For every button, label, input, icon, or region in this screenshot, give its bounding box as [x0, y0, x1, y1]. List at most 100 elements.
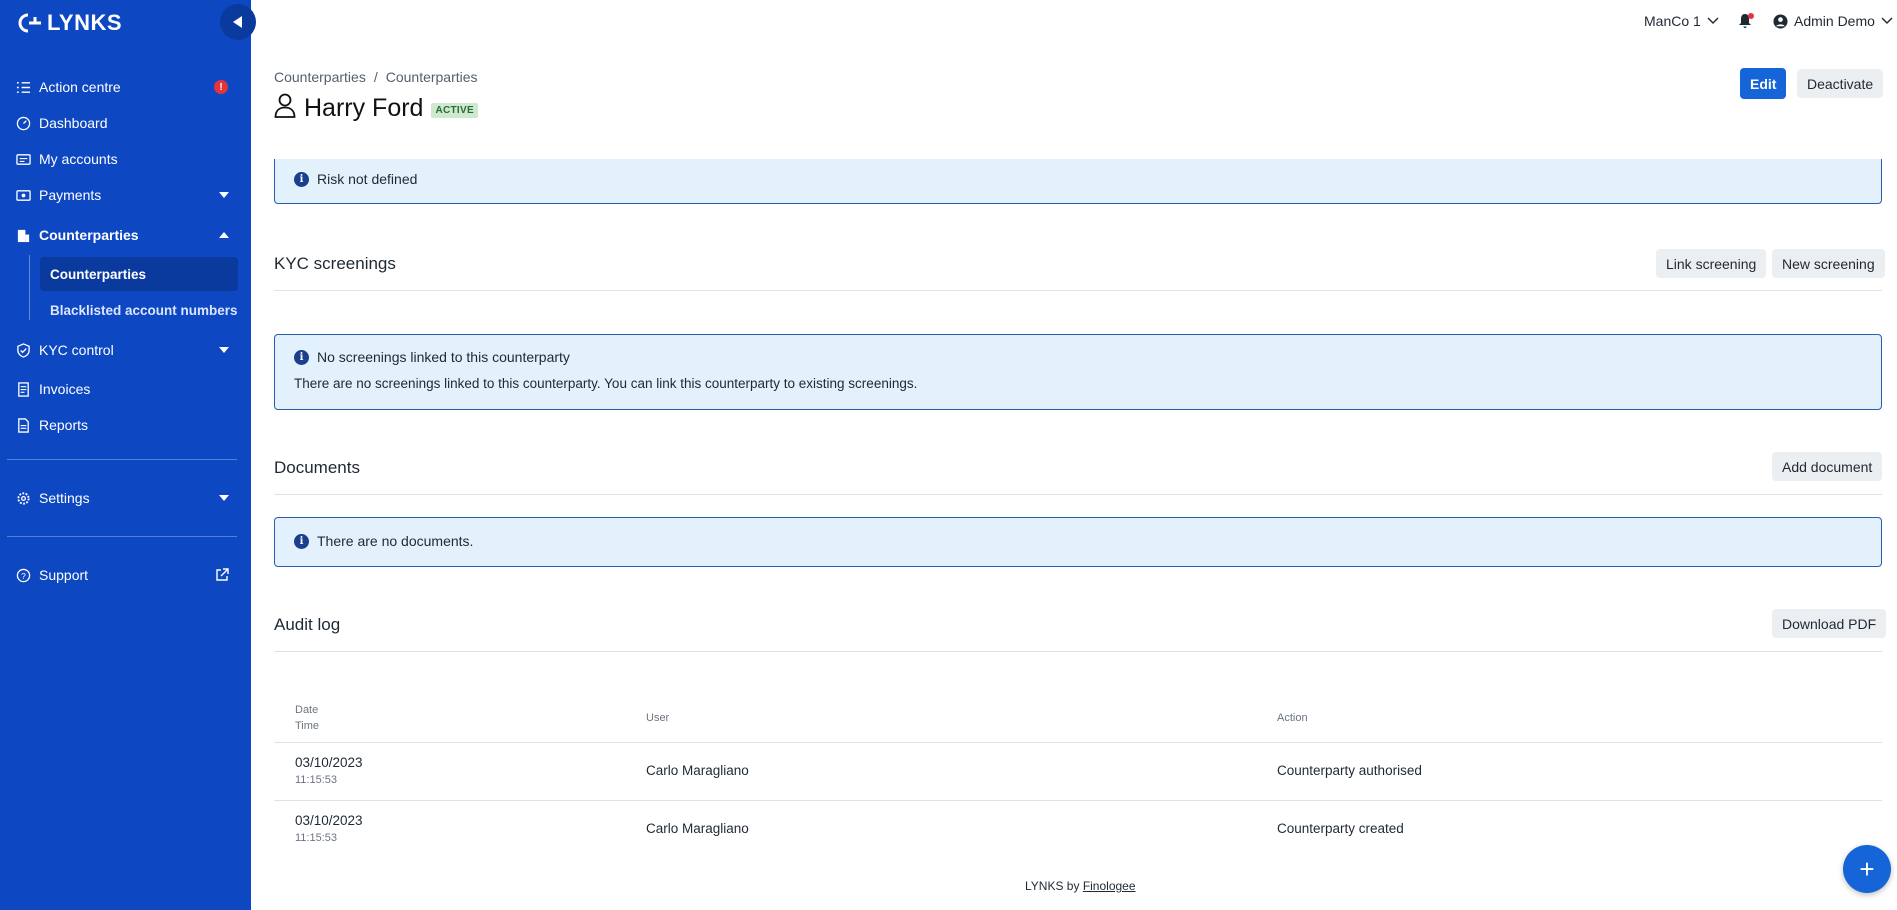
audit-section-title: Audit log	[274, 615, 341, 634]
chevron-down-icon	[1881, 17, 1893, 24]
external-link-icon	[216, 568, 229, 581]
row-time: 11:15:53	[295, 832, 338, 844]
documents-empty-alert: i There are no documents.	[274, 517, 1882, 567]
deactivate-button[interactable]: Deactivate	[1797, 69, 1884, 98]
risk-message: Risk not defined	[317, 171, 418, 187]
documents-empty-line: i There are no documents.	[294, 533, 473, 549]
row-time: 11:15:53	[295, 774, 338, 786]
svg-text:?: ?	[21, 570, 26, 580]
gauge-icon	[15, 115, 31, 131]
kyc-empty-title-line: i No screenings linked to this counterpa…	[294, 349, 570, 365]
breadcrumb-link[interactable]: Counterparties	[274, 69, 366, 85]
shield-check-icon	[15, 342, 31, 358]
sidebar-item-kyc-control[interactable]: KYC control	[0, 335, 251, 365]
lynks-logo-icon	[18, 13, 41, 33]
documents-empty-text: There are no documents.	[317, 533, 474, 549]
kyc-empty-text: There are no screenings linked to this c…	[294, 376, 918, 391]
table-header-divider	[274, 742, 1882, 743]
sidebar-item-label: Support	[39, 567, 89, 583]
user-menu[interactable]: Admin Demo	[1773, 13, 1893, 29]
user-name: Admin Demo	[1794, 13, 1875, 29]
sidebar-item-settings[interactable]: Settings	[0, 483, 251, 513]
sidebar-divider	[7, 459, 237, 460]
section-divider	[274, 651, 1882, 652]
column-header-date[interactable]: Date	[295, 704, 318, 716]
chevron-down-icon	[1707, 17, 1719, 24]
sidebar-item-label: Dashboard	[39, 115, 108, 131]
download-pdf-button[interactable]: Download PDF	[1772, 609, 1887, 638]
edit-button[interactable]: Edit	[1740, 68, 1787, 99]
section-divider	[274, 494, 1882, 495]
collapse-sidebar-button[interactable]	[220, 4, 256, 40]
lynks-logo[interactable]: LYNKS	[17, 10, 122, 36]
add-fab-button[interactable]: +	[1843, 845, 1891, 893]
column-header-time: Time	[295, 720, 320, 732]
chevron-down-icon	[219, 347, 229, 353]
status-badge: ACTIVE	[431, 102, 478, 118]
sidebar-item-label: Counterparties	[39, 227, 139, 243]
kyc-empty-title: No screenings linked to this counterpart…	[317, 349, 570, 365]
sidebar-item-label: Settings	[39, 490, 90, 506]
footer: LYNKS by Finologee	[1025, 879, 1136, 893]
sidebar-item-label: My accounts	[39, 151, 118, 167]
help-circle-icon: ?	[15, 567, 31, 583]
sidebar-item-label: Action centre	[39, 79, 121, 95]
link-screening-button[interactable]: Link screening	[1656, 249, 1767, 278]
submenu-rail	[29, 255, 30, 320]
user-circle-icon	[1773, 13, 1788, 29]
add-document-button[interactable]: Add document	[1772, 452, 1883, 481]
sidebar-divider	[7, 536, 237, 537]
list-check-icon	[15, 79, 31, 95]
sidebar-item-label: Payments	[39, 187, 102, 203]
row-action: Counterparty authorised	[1277, 763, 1422, 778]
sidebar-item-dashboard[interactable]: Dashboard	[0, 108, 251, 138]
brand-name: LYNKS	[47, 10, 123, 35]
breadcrumb-separator: /	[373, 69, 378, 85]
caret-left-icon	[233, 16, 242, 28]
sidebar-item-counterparties[interactable]: Counterparties	[0, 220, 251, 250]
accounts-icon	[15, 151, 31, 167]
info-icon: i	[294, 349, 309, 365]
column-header-user[interactable]: User	[646, 712, 669, 724]
sidebar-item-invoices[interactable]: Invoices	[0, 374, 251, 404]
breadcrumb-current[interactable]: Counterparties	[386, 69, 478, 85]
kyc-empty-alert: i No screenings linked to this counterpa…	[274, 334, 1882, 410]
sidebar-item-payments[interactable]: Payments	[0, 180, 251, 210]
row-user: Carlo Maragliano	[646, 763, 749, 778]
documents-section-title: Documents	[274, 458, 360, 477]
info-icon: i	[294, 171, 309, 187]
company-name: ManCo 1	[1644, 13, 1701, 29]
new-screening-button[interactable]: New screening	[1772, 249, 1885, 278]
money-icon	[15, 187, 31, 203]
risk-alert: i Risk not defined	[274, 159, 1882, 204]
finologee-link[interactable]: Finologee	[1083, 879, 1136, 893]
section-divider	[274, 290, 1882, 291]
sidebar: LYNKS Action centre ! Dashboard My accou…	[0, 0, 256, 910]
sidebar-item-action-centre[interactable]: Action centre !	[0, 72, 251, 102]
company-selector[interactable]: ManCo 1	[1644, 13, 1719, 29]
chevron-down-icon	[219, 495, 229, 501]
sidebar-subitem-blacklisted-accounts[interactable]: Blacklisted account numbers	[40, 293, 238, 327]
building-icon	[15, 227, 31, 243]
gear-icon	[15, 490, 31, 506]
chevron-down-icon	[219, 192, 229, 198]
report-icon	[15, 417, 31, 433]
page-title: Harry Ford ACTIVE	[274, 93, 478, 123]
notification-dot	[1748, 13, 1754, 19]
invoice-icon	[15, 381, 31, 397]
column-header-action[interactable]: Action	[1277, 712, 1308, 724]
row-date: 03/10/2023	[295, 813, 363, 828]
row-user: Carlo Maragliano	[646, 821, 749, 836]
row-date: 03/10/2023	[295, 755, 363, 770]
person-icon	[274, 93, 296, 123]
info-icon: i	[294, 533, 309, 549]
counterparty-name: Harry Ford	[304, 93, 424, 122]
table-row-divider	[274, 800, 1882, 801]
sidebar-subitem-counterparties[interactable]: Counterparties	[40, 257, 238, 291]
sidebar-item-my-accounts[interactable]: My accounts	[0, 144, 251, 174]
sidebar-item-label: KYC control	[39, 342, 114, 358]
sidebar-item-label: Reports	[39, 417, 89, 433]
chevron-up-icon	[219, 232, 229, 238]
sidebar-item-support[interactable]: ? Support	[0, 560, 251, 590]
sidebar-item-reports[interactable]: Reports	[0, 410, 251, 440]
